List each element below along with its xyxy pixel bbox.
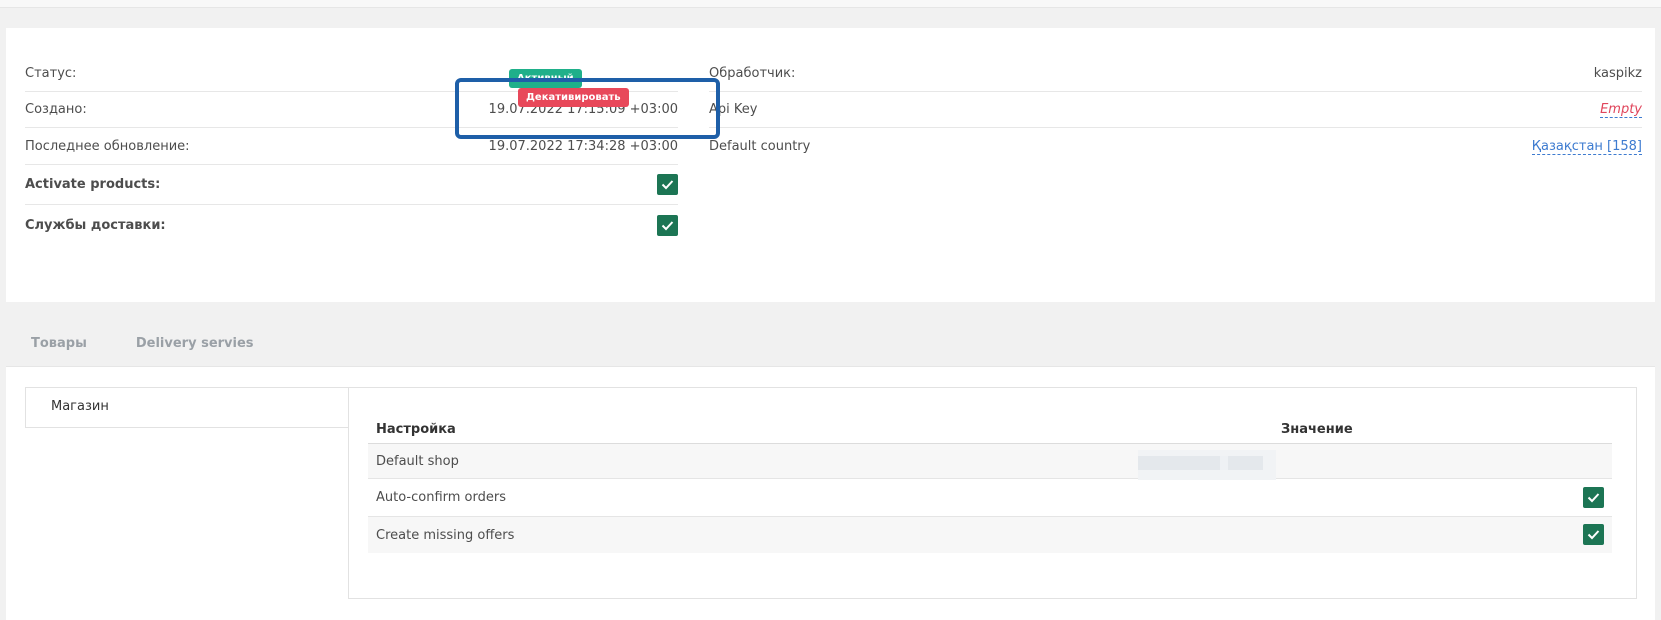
created-label: Создано: xyxy=(25,102,87,117)
setting-name: Create missing offers xyxy=(376,527,515,543)
tab-content-panel: Магазин Настройка Значение Default shop … xyxy=(6,366,1655,620)
api-key-row: Api Key Empty xyxy=(709,92,1642,128)
check-icon xyxy=(1587,493,1600,503)
delivery-services-row: Службы доставки: xyxy=(25,205,678,245)
delivery-services-checkbox[interactable] xyxy=(657,214,678,236)
setting-name: Auto-confirm orders xyxy=(376,490,506,505)
redacted-value xyxy=(1138,450,1276,480)
updated-value: 19.07.2022 17:34:28 +03:00 xyxy=(488,138,678,154)
settings-table: Настройка Значение Default shop Auto-con… xyxy=(368,416,1612,553)
delivery-services-label: Службы доставки: xyxy=(25,217,166,233)
channel-info-panel: Статус: Создано: 19.07.2022 17:15:09 +03… xyxy=(6,28,1655,302)
updated-label: Последнее обновление: xyxy=(25,138,190,154)
activate-products-row: Activate products: xyxy=(25,165,678,205)
tab-goods[interactable]: Товары xyxy=(31,336,87,351)
tab-delivery-services[interactable]: Delivery servies xyxy=(136,336,254,351)
activate-products-label: Activate products: xyxy=(25,177,161,192)
top-strip xyxy=(0,0,1661,8)
create-missing-offers-checkbox[interactable] xyxy=(1583,524,1604,545)
sidebar-item-shop[interactable]: Магазин xyxy=(25,387,348,428)
table-header: Настройка Значение xyxy=(368,416,1612,444)
api-key-edit-link[interactable]: Empty xyxy=(1600,102,1642,118)
table-row: Auto-confirm orders xyxy=(368,479,1612,517)
settings-content: Настройка Значение Default shop Auto-con… xyxy=(348,387,1637,599)
table-row: Default shop xyxy=(368,444,1612,480)
setting-name: Default shop xyxy=(376,453,459,469)
check-icon xyxy=(1587,530,1600,540)
activate-products-checkbox[interactable] xyxy=(657,174,678,195)
column-header-value: Значение xyxy=(1281,422,1353,437)
default-country-label: Default country xyxy=(709,139,811,154)
tab-bar: Товары Delivery servies xyxy=(31,336,303,351)
default-country-edit-link[interactable]: Қазақстан [158] xyxy=(1531,139,1642,155)
highlight-annotation-box xyxy=(455,78,720,139)
settings-container: Магазин Настройка Значение Default shop … xyxy=(25,387,1637,599)
default-country-row: Default country Қазақстан [158] xyxy=(709,128,1642,165)
column-header-setting: Настройка xyxy=(376,422,456,437)
table-row: Create missing offers xyxy=(368,517,1612,553)
info-right-column: Обработчик: kaspikz Api Key Empty Defaul… xyxy=(709,28,1642,165)
auto-confirm-checkbox[interactable] xyxy=(1583,487,1604,508)
status-label: Статус: xyxy=(25,66,77,81)
handler-label: Обработчик: xyxy=(709,66,796,81)
handler-row: Обработчик: kaspikz xyxy=(709,28,1642,92)
handler-value: kaspikz xyxy=(1593,66,1642,81)
check-icon xyxy=(661,220,674,230)
check-icon xyxy=(661,180,674,190)
